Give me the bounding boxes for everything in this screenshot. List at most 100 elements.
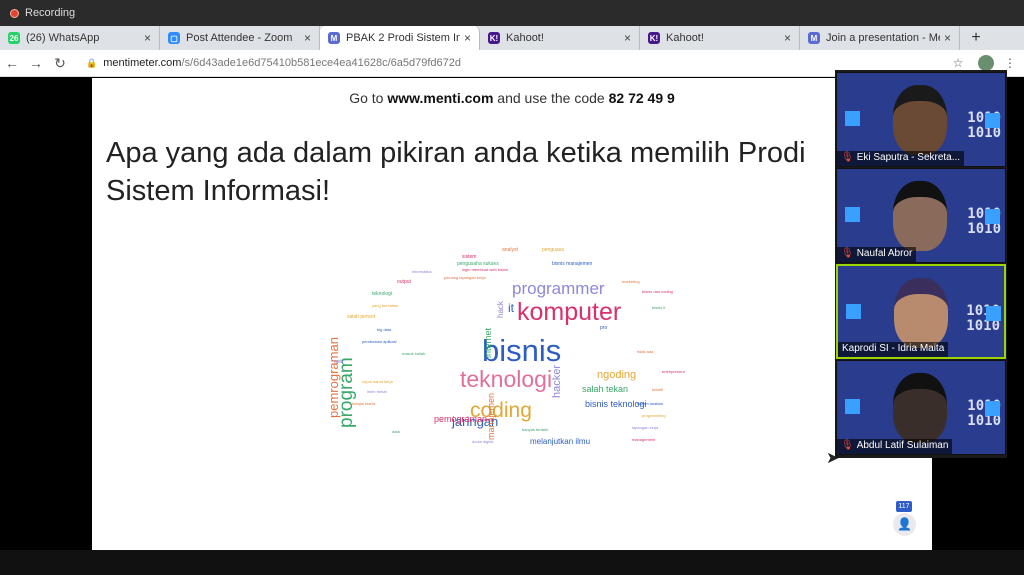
zoom-video-panel: 1010 1010🎙Eki Saputra - Sekreta...1010 1… bbox=[835, 70, 1007, 458]
muted-mic-icon: 🎙 bbox=[841, 248, 854, 259]
participant-video-tile[interactable]: 1010 1010🎙Abdul Latif Sulaiman bbox=[836, 360, 1006, 455]
word-cloud-word: tidak ada bbox=[637, 349, 654, 354]
word-cloud-word: ingin membuat web bisnis bbox=[462, 267, 509, 272]
participant-name-label: Kaprodi SI - Idria Maita bbox=[838, 342, 949, 357]
word-cloud-word: salah tekan bbox=[582, 384, 629, 394]
tab-title: PBAK 2 Prodi Sistem Info bbox=[346, 32, 460, 44]
word-cloud-word: sistem analisis bbox=[637, 401, 664, 406]
participant-name: Naufal Abror bbox=[856, 248, 913, 259]
close-tab-icon[interactable]: × bbox=[944, 31, 951, 45]
background-shape bbox=[985, 113, 1000, 128]
url-field[interactable]: 🔒 mentimeter.com/s/6d43ade1e6d75410b581e… bbox=[78, 53, 948, 74]
participant-name: Abdul Latif Sulaiman bbox=[856, 440, 949, 451]
back-icon[interactable]: ← bbox=[0, 55, 24, 71]
word-cloud-word: pro bbox=[600, 325, 608, 331]
close-tab-icon[interactable]: × bbox=[624, 31, 631, 45]
participant-name-label: 🎙 Abdul Latif Sulaiman bbox=[837, 439, 953, 454]
word-cloud-word: yang berkaitan bbox=[372, 303, 399, 308]
reload-icon[interactable]: ↻ bbox=[48, 55, 72, 72]
close-tab-icon[interactable]: × bbox=[304, 31, 311, 45]
word-cloud-word: analyst bbox=[502, 247, 518, 253]
tab-title: Kahoot! bbox=[506, 32, 544, 44]
star-icon[interactable]: ☆ bbox=[948, 56, 968, 70]
word-cloud-word: internet bbox=[483, 327, 493, 358]
participant-video-tile[interactable]: 1010 1010🎙Eki Saputra - Sekreta... bbox=[836, 72, 1006, 167]
zoom-icon: ▢ bbox=[168, 32, 180, 44]
tab-title: Post Attendee - Zoom bbox=[186, 32, 293, 44]
mentimeter-icon: M bbox=[808, 32, 820, 44]
forward-icon[interactable]: → bbox=[24, 55, 48, 71]
word-cloud-word: pembuatan aplikasi bbox=[362, 339, 397, 344]
muted-mic-icon: 🎙 bbox=[841, 440, 854, 451]
browser-tab[interactable]: M Join a presentation - Men × bbox=[800, 26, 960, 50]
browser-tab[interactable]: 26 (26) WhatsApp × bbox=[0, 26, 160, 50]
word-cloud-word: it bbox=[508, 301, 514, 315]
word-cloud-word: cepat dapat kerja bbox=[362, 379, 393, 384]
background-shape bbox=[986, 306, 1001, 321]
whatsapp-icon: 26 bbox=[8, 32, 20, 44]
tab-strip: 26 (26) WhatsApp × ▢ Post Attendee - Zoom × M P… bbox=[0, 26, 1024, 50]
participant-video-tile[interactable]: 1010 1010 Kaprodi SI - Idria Maita bbox=[836, 264, 1006, 359]
word-cloud-word: banyak tertarik bbox=[522, 427, 549, 432]
record-icon bbox=[10, 8, 19, 18]
background-shape bbox=[985, 209, 1000, 224]
word-cloud-word: lebih hebat bbox=[367, 389, 387, 394]
tab-title: (26) WhatsApp bbox=[26, 32, 100, 44]
new-tab-icon[interactable]: + bbox=[964, 26, 988, 50]
background-shape bbox=[845, 111, 860, 126]
browser-tab[interactable]: ▢ Post Attendee - Zoom × bbox=[160, 26, 320, 50]
bottom-bar bbox=[0, 550, 1024, 575]
word-cloud-word: sistem bbox=[462, 254, 477, 260]
word-cloud-word: entrepreneur bbox=[662, 369, 685, 374]
participant-name: Kaprodi SI - Idria Maita bbox=[842, 343, 945, 354]
word-cloud-word: pemrograman bbox=[326, 337, 341, 418]
kahoot-icon: K! bbox=[488, 32, 500, 44]
word-cloud-word: bisnis bbox=[482, 333, 562, 368]
word-cloud-word: management bbox=[632, 437, 656, 442]
url-path: /s/6d43ade1e6d75410b581ece4ea41628c/6a5d… bbox=[181, 57, 462, 69]
word-cloud-word: dunia digital bbox=[472, 439, 494, 444]
browser-tab[interactable]: K! Kahoot! × bbox=[640, 26, 800, 50]
presentation-slide: Go to www.menti.com and use the code 82 … bbox=[92, 78, 932, 550]
join-prefix: Go to bbox=[349, 90, 388, 106]
kahoot-icon: K! bbox=[648, 32, 660, 44]
browser-tab[interactable]: M PBAK 2 Prodi Sistem Info × bbox=[320, 26, 480, 50]
participant-name-label: 🎙 Naufal Abror bbox=[837, 247, 917, 262]
join-site: www.menti.com bbox=[387, 90, 494, 106]
join-instructions: Go to www.menti.com and use the code 82 … bbox=[92, 90, 932, 106]
word-cloud-word: teknologi bbox=[372, 291, 393, 297]
lock-icon: 🔒 bbox=[86, 57, 98, 68]
word-cloud-word: bisnis dan coding bbox=[642, 289, 673, 294]
recording-label: Recording bbox=[25, 7, 76, 19]
word-cloud-word: hack bbox=[496, 301, 505, 318]
word-cloud-word: melanjutkan ilmu bbox=[530, 437, 591, 446]
word-cloud-word: komputer bbox=[517, 298, 622, 326]
word-cloud-word: bisnis it bbox=[652, 305, 666, 310]
join-mid: and use the code bbox=[493, 90, 609, 106]
close-tab-icon[interactable]: × bbox=[464, 31, 471, 45]
word-cloud-word: editor bbox=[484, 417, 495, 422]
browser-tab[interactable]: K! Kahoot! × bbox=[480, 26, 640, 50]
participant-video-tile[interactable]: 1010 1010🎙Naufal Abror bbox=[836, 168, 1006, 263]
profile-avatar[interactable] bbox=[978, 55, 994, 71]
close-tab-icon[interactable]: × bbox=[784, 31, 791, 45]
url-host: mentimeter.com bbox=[103, 57, 182, 69]
join-code: 82 72 49 9 bbox=[608, 90, 675, 106]
question-title: Apa yang ada dalam pikiran anda ketika m… bbox=[106, 137, 806, 207]
word-cloud-word: pemograman bbox=[434, 414, 488, 424]
word-cloud-word: lapangan kerja bbox=[632, 425, 659, 430]
word-cloud-word: marketing bbox=[622, 279, 640, 284]
word-cloud-word: informatika bbox=[412, 269, 432, 274]
word-cloud-word: programming bbox=[642, 413, 666, 418]
participant-face bbox=[893, 85, 947, 155]
close-tab-icon[interactable]: × bbox=[144, 31, 151, 45]
word-cloud-word: peluang lapangan kerja bbox=[444, 275, 486, 280]
word-cloud-word: web bbox=[334, 359, 344, 365]
tab-title: Kahoot! bbox=[666, 32, 704, 44]
word-cloud-word: kreatif bbox=[652, 387, 663, 392]
word-cloud-word: data bbox=[392, 429, 400, 434]
participants-icon[interactable]: 👤 bbox=[893, 513, 916, 536]
background-shape bbox=[985, 401, 1000, 416]
menu-icon[interactable]: ⋮ bbox=[1000, 56, 1020, 70]
background-shape bbox=[846, 304, 861, 319]
